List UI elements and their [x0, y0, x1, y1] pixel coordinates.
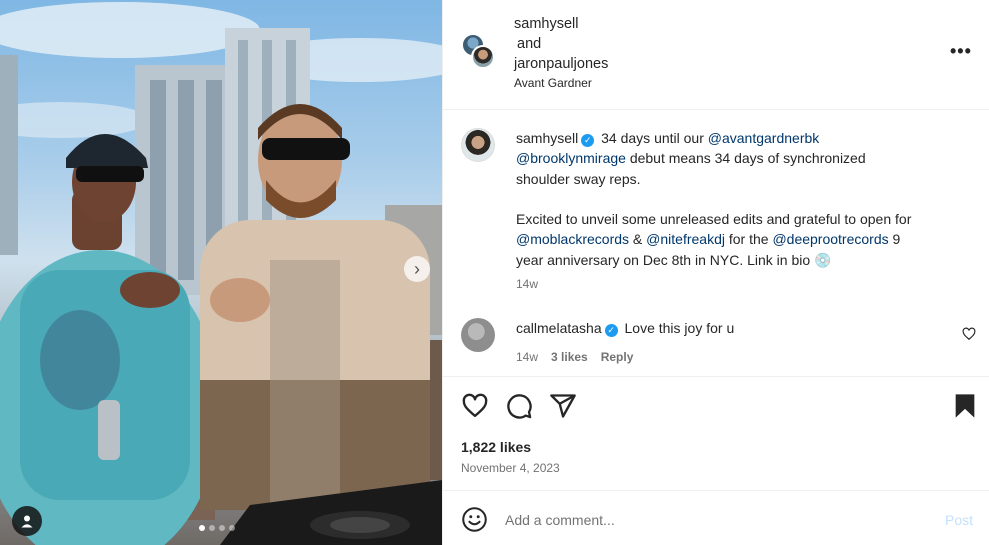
share-button[interactable] — [549, 392, 577, 420]
caption-segment: & — [632, 231, 643, 248]
like-button[interactable] — [461, 392, 489, 420]
author-avatars[interactable] — [461, 33, 497, 71]
author-joiner: and — [517, 36, 542, 52]
carousel-dot — [219, 525, 225, 531]
post-date[interactable]: November 4, 2023 — [461, 461, 560, 475]
caption-segment: for the — [728, 231, 769, 248]
caption-segment: shoulder sway reps. — [516, 170, 641, 187]
comment-like-button[interactable] — [962, 327, 976, 341]
disc-emoji: 💿 — [814, 251, 832, 268]
comment-button[interactable] — [505, 392, 533, 420]
carousel-dot — [199, 525, 205, 531]
verified-badge-icon: ✓ — [581, 134, 595, 147]
caption-segment: Excited to unveil some unreleased edits … — [516, 211, 912, 228]
caption-username[interactable]: samhysell — [516, 130, 578, 146]
verified-badge-icon: ✓ — [604, 324, 618, 337]
comment-timestamp[interactable]: 14w — [516, 350, 538, 364]
mention-link[interactable]: @moblackrecords — [516, 231, 629, 247]
comment: callmelatasha ✓ Love this joy for u 14w 3… — [461, 318, 981, 366]
author-username[interactable]: samhysell — [514, 14, 608, 34]
post-photo — [0, 2, 442, 545]
more-icon: ••• — [950, 41, 972, 61]
comment-username[interactable]: callmelatasha — [516, 320, 602, 336]
action-bar: 1,822 likes November 4, 2023 — [443, 376, 989, 490]
caption-segment: year anniversary on Dec 8th in NYC. Link… — [516, 251, 811, 268]
mention-link[interactable]: @nitefreakdj — [646, 231, 725, 247]
avatar[interactable] — [461, 318, 495, 352]
reply-button[interactable]: Reply — [601, 350, 634, 364]
author-names: samhysell and jaronpauljones — [514, 14, 608, 74]
emoji-button[interactable] — [461, 506, 488, 533]
caption-timestamp[interactable]: 14w — [516, 277, 538, 291]
share-icon — [550, 394, 576, 418]
comment-meta: 14w 3 likes Reply — [516, 350, 633, 364]
mention-link[interactable]: @avantgardnerbk — [708, 130, 820, 146]
comment-likes[interactable]: 3 likes — [551, 350, 588, 364]
emoji-icon — [462, 507, 487, 532]
chevron-right-icon: › — [414, 259, 420, 279]
avatar[interactable] — [471, 45, 495, 69]
avatar[interactable] — [461, 128, 495, 162]
location-link[interactable]: Avant Gardner — [514, 76, 592, 90]
heart-icon — [462, 393, 488, 418]
comment-body: Love this joy for u — [624, 320, 735, 336]
next-slide-button[interactable]: › — [404, 256, 430, 282]
likes-count[interactable]: 1,822 likes — [461, 439, 531, 455]
post-media[interactable]: › — [0, 0, 442, 545]
post-header: samhysell and jaronpauljones Avant Gardn… — [443, 0, 989, 110]
tagged-users-button[interactable] — [12, 506, 42, 536]
bookmark-icon — [955, 394, 975, 418]
caption-text: samhysell ✓ 34 days until our @avantgardn… — [516, 128, 946, 270]
instagram-post: › samhysell and jaronpauljones Avant Gar… — [0, 0, 989, 545]
post-comment-button[interactable]: Post — [945, 512, 973, 528]
mention-link[interactable]: @deeprootrecords — [772, 231, 888, 247]
carousel-dot — [209, 525, 215, 531]
author-username[interactable]: jaronpauljones — [514, 54, 608, 74]
mention-link[interactable]: @brooklynmirage — [516, 150, 626, 166]
user-tag-icon — [21, 515, 33, 528]
comment-icon — [507, 394, 532, 419]
carousel-indicator — [199, 525, 235, 531]
post-side-panel: samhysell and jaronpauljones Avant Gardn… — [442, 0, 989, 545]
caption-segment: 9 — [892, 231, 901, 248]
comment-text: callmelatasha ✓ Love this joy for u — [516, 320, 734, 337]
more-options-button[interactable]: ••• — [950, 41, 972, 62]
caption-segment: debut means 34 days of synchronized — [629, 150, 866, 167]
heart-icon — [962, 327, 976, 341]
save-button[interactable] — [951, 392, 979, 420]
carousel-dot — [229, 525, 235, 531]
add-comment-bar: Post — [443, 490, 989, 545]
comment-input[interactable] — [505, 506, 925, 533]
caption-segment: 34 days until our — [601, 130, 704, 146]
